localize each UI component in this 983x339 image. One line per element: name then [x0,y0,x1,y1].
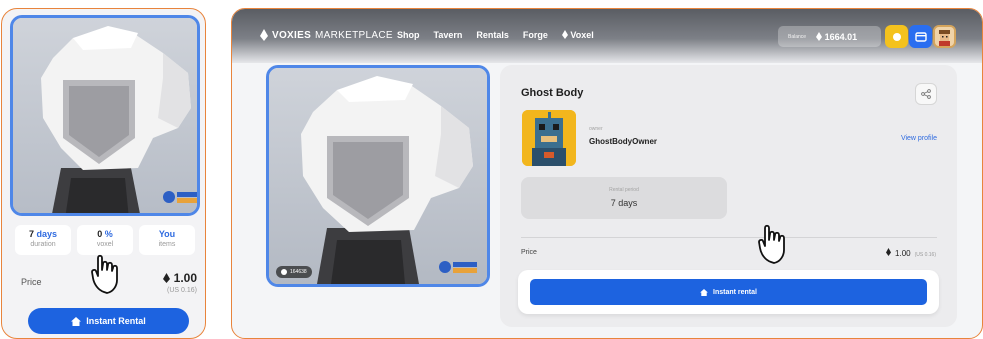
item-thumbnail[interactable] [10,15,200,216]
stat-duration-unit: days [36,229,58,239]
rental-detail-panel: Ghost Body owner GhostBodyOwner View pro… [500,65,957,327]
stat-items: You items [139,225,195,255]
share-button[interactable] [915,83,937,105]
nav-links: Shop Tavern Rentals Forge Voxel [397,30,594,40]
home-icon [700,288,708,296]
nav-tavern[interactable]: Tavern [434,30,463,40]
nav-forge[interactable]: Forge [523,30,548,40]
voxel-token-icon [260,29,268,41]
stat-items-label: items [158,241,176,248]
rent-action-bar: Instant rental [518,270,939,314]
rental-item-card[interactable]: 7 days duration 0 % voxel You items Pric… [1,8,206,339]
nav-voxel-label: Voxel [570,30,594,40]
rental-period-box: Rental period 7 days [521,177,727,219]
price-amount: 1.00 [173,271,197,285]
rental-period-value: 7 days [610,198,638,208]
marketplace-logo[interactable]: VOXIES MARKETPLACE [260,29,393,41]
ghost-body-voxel-image [269,68,487,284]
instant-rental-label: Instant Rental [86,316,146,326]
marketplace-window: VOXIES MARKETPLACE Shop Tavern Rentals F… [231,8,983,339]
divider [521,237,937,238]
instant-rental-button[interactable]: Instant Rental [28,308,189,334]
avatar-image [935,27,954,46]
hand-pointer-icon [91,254,118,294]
rental-period-label: Rental period [609,187,639,193]
sun-button[interactable] [885,25,908,48]
wallet-icon [914,31,927,42]
owner-label: owner [589,126,603,132]
view-profile-link[interactable]: View profile [901,135,937,142]
price-label: Price [21,277,42,287]
item-id-badge: 164638 [276,266,312,278]
voxel-token-icon [816,31,823,41]
user-avatar[interactable] [933,25,956,48]
voxel-token-icon [886,248,892,256]
logo-thin-text: MARKETPLACE [315,29,393,41]
detail-price-usd: (US 0.16) [914,252,936,258]
stat-voxel-unit: % [104,229,113,239]
owner-avatar-image [522,110,576,166]
owner-name: GhostBodyOwner [589,137,658,146]
badge-dot-icon [281,269,287,275]
voxel-token-icon [561,30,568,39]
balance-display: Balance 1664.01 [778,26,881,47]
balance-value: 1664.01 [816,31,858,42]
nav-rentals[interactable]: Rentals [476,30,509,40]
detail-price-value: 1.00 (US 0.16) [886,248,936,258]
stat-duration: 7 days duration [15,225,71,255]
stat-voxel-value: 0 [97,229,103,239]
stat-voxel-label: voxel [96,241,114,248]
item-id-text: 164638 [290,269,307,275]
stat-duration-label: duration [30,241,56,248]
nav-shop[interactable]: Shop [397,30,420,40]
balance-label: Balance [788,33,807,40]
stat-voxel: 0 % voxel [77,225,133,255]
instant-rental-main-label: Instant rental [713,288,757,296]
price-usd: (US 0.16) [167,287,197,294]
screenshot-stage: 7 days duration 0 % voxel You items Pric… [0,0,983,339]
home-icon [71,316,82,326]
sun-icon [892,32,901,41]
top-navbar: VOXIES MARKETPLACE Shop Tavern Rentals F… [232,9,982,63]
owner-avatar[interactable] [522,110,576,166]
instant-rental-button-main[interactable]: Instant rental [530,279,927,305]
stat-items-value: You [158,229,176,239]
balance-amount: 1664.01 [824,31,858,42]
price-value: 1.00 [163,271,197,285]
wallet-button[interactable] [909,25,932,48]
ghost-body-voxel-image [13,18,197,213]
detail-price-amount: 1.00 [895,249,911,258]
rental-stats: 7 days duration 0 % voxel You items [15,225,195,255]
nav-voxel[interactable]: Voxel [561,30,594,40]
voxel-token-icon [163,273,171,283]
logo-bold-text: VOXIES [272,29,312,41]
share-icon [921,89,931,99]
item-title: Ghost Body [521,87,584,99]
item-hero-image: 164638 [266,65,490,287]
stat-duration-value: 7 [28,229,34,239]
detail-price-label: Price [521,249,537,256]
hand-pointer-icon [758,224,785,264]
